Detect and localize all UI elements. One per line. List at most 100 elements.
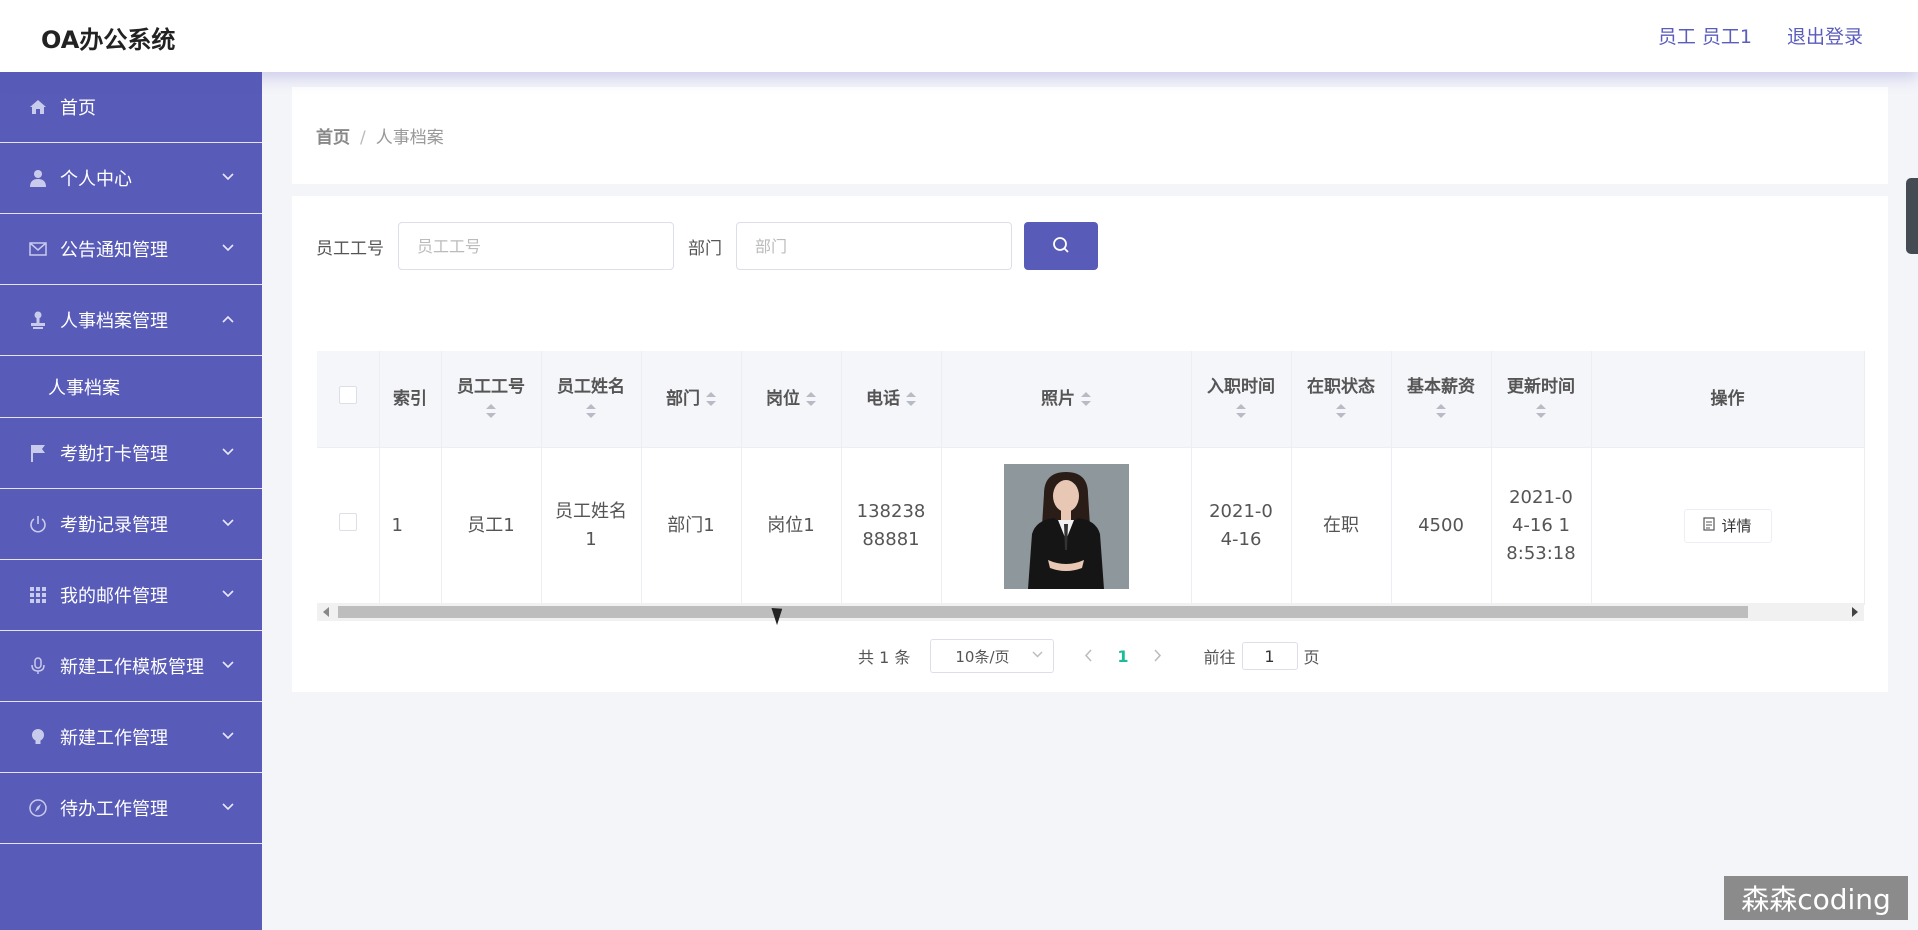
sidebar-item-work-template[interactable]: 新建工作模板管理 xyxy=(0,631,262,702)
sidebar-item-label: 考勤记录管理 xyxy=(60,515,168,536)
sort-icon[interactable] xyxy=(1436,403,1446,418)
cell-emp-no: 员工1 xyxy=(441,447,542,605)
sidebar-item-hr[interactable]: 人事档案管理 xyxy=(0,285,262,356)
dept-input[interactable] xyxy=(736,222,1012,270)
home-icon xyxy=(28,97,48,117)
sidebar-item-mail[interactable]: 我的邮件管理 xyxy=(0,560,262,631)
sidebar-item-profile[interactable]: 个人中心 xyxy=(0,143,262,214)
sort-icon[interactable] xyxy=(905,391,916,406)
header-join-date-label: 入职时间 xyxy=(1207,376,1275,397)
next-page-icon[interactable] xyxy=(1153,646,1162,667)
goto-prefix: 前往 xyxy=(1203,648,1236,667)
sidebar-item-new-work[interactable]: 新建工作管理 xyxy=(0,702,262,773)
goto-page-input[interactable] xyxy=(1241,642,1298,670)
cell-index: 1 xyxy=(379,447,442,605)
chevron-down-icon xyxy=(222,728,234,744)
sort-icon[interactable] xyxy=(705,391,716,406)
search-button[interactable] xyxy=(1024,222,1098,270)
logout-link[interactable]: 退出登录 xyxy=(1787,22,1863,49)
sidebar-item-label: 我的邮件管理 xyxy=(60,586,168,607)
cell-actions: 详情 xyxy=(1591,447,1865,605)
table-row: 1 员工1 员工姓名1 部门1 岗位1 13823888881 2021-04-… xyxy=(317,447,1865,605)
sidebar-item-notice[interactable]: 公告通知管理 xyxy=(0,214,262,285)
header-status-label: 在职状态 xyxy=(1307,376,1375,397)
cell-updated: 2021-04-16 18:53:18 xyxy=(1491,447,1592,605)
sort-icon[interactable] xyxy=(805,391,816,406)
search-icon xyxy=(1052,236,1070,257)
header-join-date[interactable]: 入职时间 xyxy=(1191,351,1292,448)
row-checkbox[interactable] xyxy=(338,513,357,532)
cell-dept: 部门1 xyxy=(641,447,742,605)
header-phone[interactable]: 电话 xyxy=(841,351,942,448)
sort-icon[interactable] xyxy=(586,403,596,418)
chevron-down-icon xyxy=(1032,647,1043,662)
breadcrumb-current: 人事档案 xyxy=(375,128,444,148)
chevron-down-icon xyxy=(222,657,234,673)
sort-icon[interactable] xyxy=(1336,403,1346,418)
scroll-right-icon[interactable] xyxy=(1852,607,1858,617)
prev-page-icon[interactable] xyxy=(1084,646,1093,667)
select-all-checkbox[interactable] xyxy=(338,386,357,405)
scrollbar-thumb[interactable] xyxy=(338,606,1748,618)
cell-photo xyxy=(941,447,1192,605)
sidebar-item-todo[interactable]: 待办工作管理 xyxy=(0,773,262,844)
page-size-value: 10条/页 xyxy=(955,647,1010,666)
sidebar-item-attendance[interactable]: 考勤记录管理 xyxy=(0,489,262,560)
power-icon xyxy=(28,514,48,534)
sort-icon[interactable] xyxy=(486,403,496,418)
sidebar-item-label: 个人中心 xyxy=(60,169,132,190)
scroll-left-icon[interactable] xyxy=(323,607,329,617)
sidebar-item-label: 考勤打卡管理 xyxy=(60,444,168,465)
breadcrumb: 首页 / 人事档案 xyxy=(316,123,444,148)
sidebar-subitem-hr-records[interactable]: 人事档案 xyxy=(0,356,262,418)
detail-button-label: 详情 xyxy=(1721,517,1752,536)
header-select-all xyxy=(317,351,380,448)
page-number-current[interactable]: 1 xyxy=(1117,647,1128,666)
sidebar-item-home[interactable]: 首页 xyxy=(0,72,262,143)
chevron-down-icon xyxy=(222,515,234,531)
breadcrumb-home[interactable]: 首页 xyxy=(316,128,350,148)
chevron-down-icon xyxy=(222,169,234,185)
sort-icon[interactable] xyxy=(1080,391,1091,406)
compass-icon xyxy=(28,798,48,818)
horizontal-scrollbar[interactable] xyxy=(317,603,1864,621)
header-actions-label: 操作 xyxy=(1710,388,1745,409)
watermark: 森森coding xyxy=(1724,876,1908,920)
sidebar-item-label: 新建工作管理 xyxy=(60,728,168,749)
header-post-label: 岗位 xyxy=(766,388,801,409)
header-post[interactable]: 岗位 xyxy=(741,351,842,448)
header-emp-no[interactable]: 员工工号 xyxy=(441,351,542,448)
sidebar-item-label: 新建工作模板管理 xyxy=(60,657,204,678)
sort-icon[interactable] xyxy=(1536,403,1546,418)
search-bar: 员工工号 部门 xyxy=(316,222,1098,270)
pagination: 共 1 条 10条/页 1 前往 页 xyxy=(858,638,1320,674)
current-user: 员工 员工1 xyxy=(1657,26,1752,48)
mail-icon xyxy=(28,239,48,259)
sort-icon[interactable] xyxy=(1236,403,1246,418)
table-header-row: 索引 员工工号 员工姓名 部门 岗位 电话 照片 入职时间 在职状态 基本薪资 … xyxy=(317,351,1865,448)
side-widget-handle[interactable] xyxy=(1906,178,1918,254)
emp-no-label: 员工工号 xyxy=(316,238,384,259)
dept-label: 部门 xyxy=(688,238,722,259)
page-size-select[interactable]: 10条/页 xyxy=(930,639,1055,673)
header-emp-name-label: 员工姓名 xyxy=(557,376,625,397)
header-photo-label: 照片 xyxy=(1041,388,1076,409)
detail-button[interactable]: 详情 xyxy=(1683,509,1772,544)
sidebar-item-label: 人事档案管理 xyxy=(60,311,168,332)
header-updated-label: 更新时间 xyxy=(1507,376,1575,397)
top-bar: OA办公系统 员工 员工1 退出登录 xyxy=(0,0,1918,72)
header-salary[interactable]: 基本薪资 xyxy=(1391,351,1492,448)
header-emp-no-label: 员工工号 xyxy=(457,376,525,397)
header-emp-name[interactable]: 员工姓名 xyxy=(541,351,642,448)
header-status[interactable]: 在职状态 xyxy=(1291,351,1392,448)
header-dept[interactable]: 部门 xyxy=(641,351,742,448)
sidebar-item-clock-in[interactable]: 考勤打卡管理 xyxy=(0,418,262,489)
cell-emp-name: 员工姓名1 xyxy=(541,447,642,605)
header-photo[interactable]: 照片 xyxy=(941,351,1192,448)
employee-photo xyxy=(1003,463,1129,589)
emp-no-input[interactable] xyxy=(398,222,674,270)
header-updated[interactable]: 更新时间 xyxy=(1491,351,1592,448)
bulb-icon xyxy=(28,727,48,747)
breadcrumb-separator: / xyxy=(360,128,366,148)
user-icon xyxy=(28,168,48,188)
